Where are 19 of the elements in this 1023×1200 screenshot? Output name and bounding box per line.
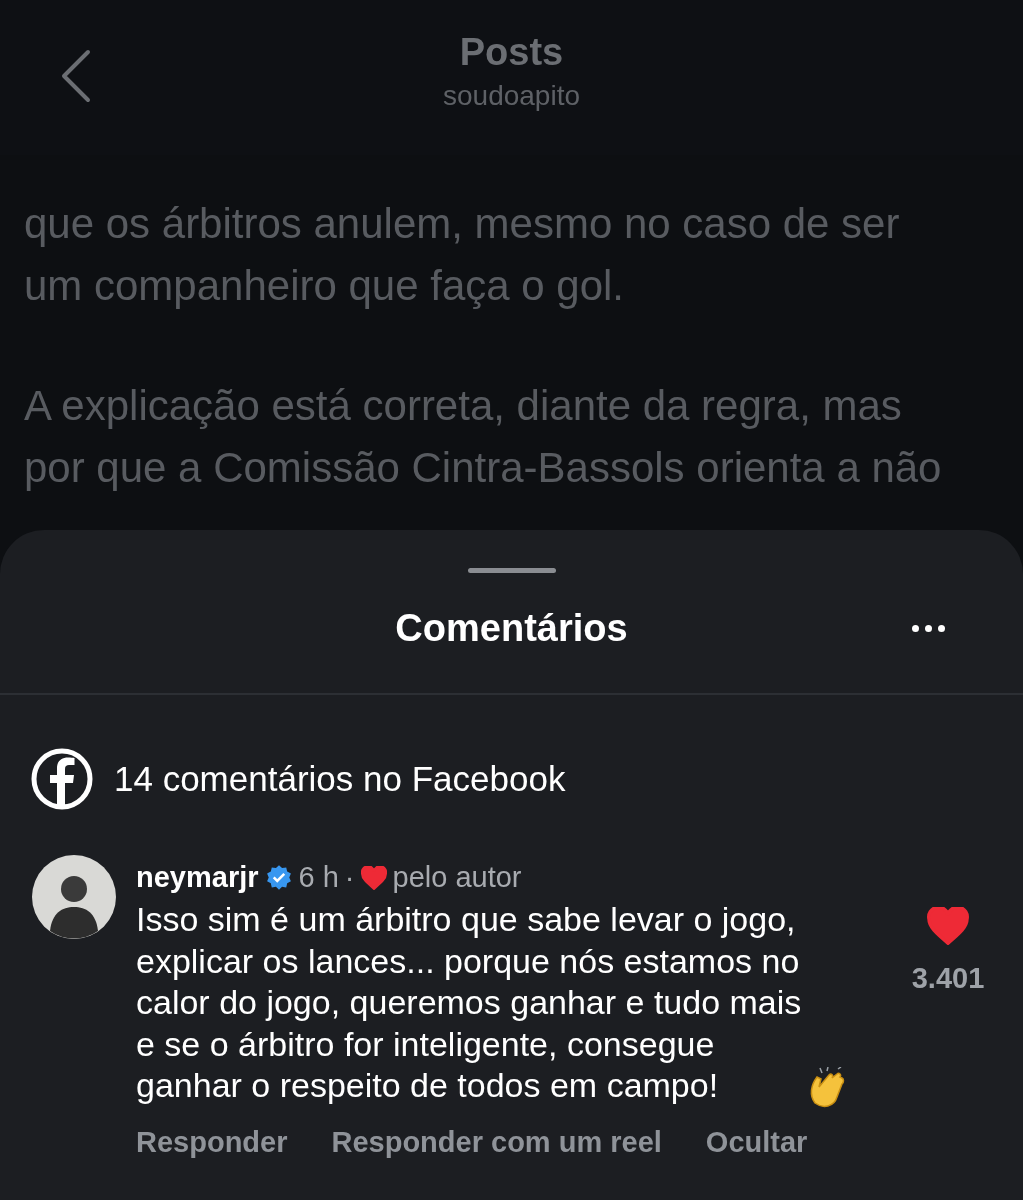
logo-icon <box>30 747 94 811</box>
author-like-label: pelo autor <box>392 860 522 896</box>
facebook-comments-count[interactable]: 14 comentários no Facebook <box>114 752 566 806</box>
comment-author[interactable]: neymarjr <box>136 856 259 900</box>
page-subtitle: soudoapito <box>443 79 580 113</box>
more-icon[interactable] <box>912 625 945 632</box>
drag-handle[interactable] <box>467 568 556 573</box>
comment-action-link[interactable]: Ocultar <box>705 1120 808 1164</box>
like-count: 3.401 <box>911 961 985 996</box>
comment-action-link[interactable]: Responder <box>136 1120 288 1164</box>
comment-time: 6 h <box>298 860 339 896</box>
post-paragraph: A explicação está correta, diante da regra, mas por que a Comissão Cintra-Bassols orienta a não <box>24 381 942 493</box>
comment-text: Isso sim é um árbitro que sabe levar o jogo, explicar os lances... porque nós estamos no calor do jogo, queremos ganhar e tudo mais e se o árbitro for inteligente, consegue ganhar o respeito de todos em campo! <box>136 899 802 1106</box>
avatar[interactable] <box>32 855 116 939</box>
comment-action-link[interactable]: Responder com um reel <box>331 1120 662 1164</box>
sheet-title: Comentários <box>395 605 628 651</box>
page-title: Posts <box>459 30 564 74</box>
post-paragraph: que os árbitros anulem, mesmo no caso de ser um companheiro que faça o gol. <box>24 199 901 311</box>
separator-dot: · <box>344 860 355 896</box>
